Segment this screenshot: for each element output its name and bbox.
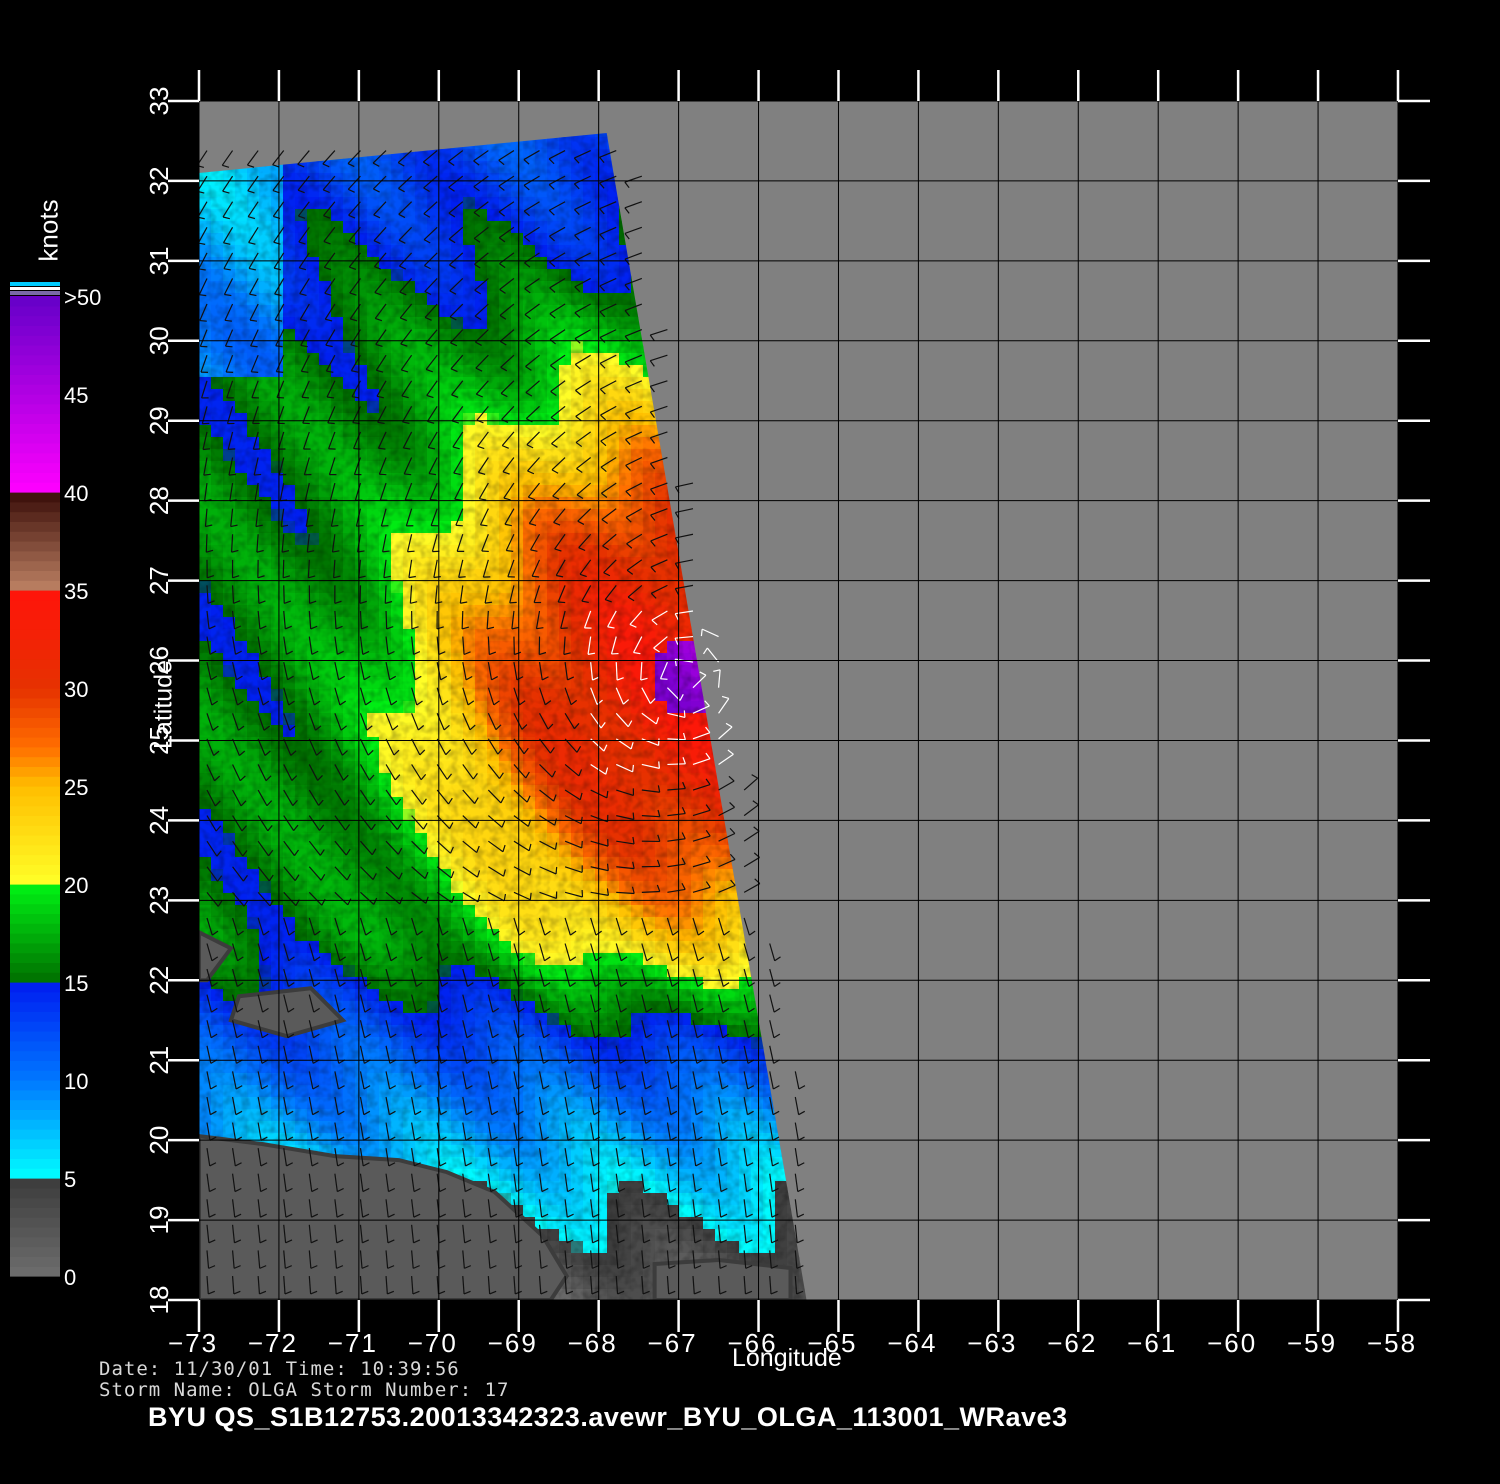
colorbar-tick-label: 30 <box>64 677 88 702</box>
y-tick-label: 19 <box>144 1206 174 1235</box>
colorbar-tick-label: 0 <box>64 1265 76 1290</box>
y-tick-label: 29 <box>144 406 174 435</box>
x-tick-label: −64 <box>887 1328 937 1358</box>
wind-map-figure: −73−72−71−70−69−68−67−66−65−64−63−62−61−… <box>0 0 1500 1480</box>
date-time-line: Date: 11/30/01 Time: 10:39:56 <box>99 1358 460 1380</box>
y-tick-label: 31 <box>144 246 174 275</box>
y-tick-label: 24 <box>144 806 174 835</box>
x-tick-label: −72 <box>248 1328 298 1358</box>
x-tick-label: −68 <box>568 1328 618 1358</box>
colorbar-tick-label: 45 <box>64 383 88 408</box>
x-tick-label: −61 <box>1127 1328 1177 1358</box>
y-tick-label: 21 <box>144 1046 174 1075</box>
colorbar-tick-label: 5 <box>64 1167 76 1192</box>
colorbar-tick-label: 35 <box>64 579 88 604</box>
x-tick-label: −70 <box>408 1328 458 1358</box>
figure-title: BYU QS_S1B12753.20013342323.avewr_BYU_OL… <box>148 1402 1068 1433</box>
y-axis-label: Latitude <box>150 645 179 765</box>
x-tick-label: −63 <box>967 1328 1017 1358</box>
colorbar-tick-label: 25 <box>64 775 88 800</box>
colorbar-tick-label: >50 <box>64 285 101 310</box>
x-tick-label: −73 <box>168 1328 218 1358</box>
wind-map: −73−72−71−70−69−68−67−66−65−64−63−62−61−… <box>0 0 1500 1480</box>
x-tick-label: −71 <box>328 1328 378 1358</box>
x-tick-label: −60 <box>1207 1328 1257 1358</box>
x-tick-label: −62 <box>1047 1328 1097 1358</box>
colorbar-tick-label: 15 <box>64 971 88 996</box>
y-tick-label: 23 <box>144 886 174 915</box>
x-axis-label: Longitude <box>732 1344 842 1373</box>
y-tick-label: 32 <box>144 166 174 195</box>
colorbar-tick-label: 20 <box>64 873 88 898</box>
y-tick-label: 30 <box>144 326 174 355</box>
colorbar: 0 5 10 15 20 25 30 35 40 45 >50 <box>10 282 101 1290</box>
x-tick-label: −67 <box>648 1328 698 1358</box>
x-tick-label: −59 <box>1287 1328 1337 1358</box>
y-tick-label: 18 <box>144 1286 174 1315</box>
x-tick-label: −69 <box>488 1328 538 1358</box>
y-tick-label: 20 <box>144 1126 174 1155</box>
y-tick-label: 28 <box>144 486 174 515</box>
colorbar-tick-label: 40 <box>64 481 88 506</box>
colorbar-unit-label: knots <box>34 176 65 286</box>
storm-info-line: Storm Name: OLGA Storm Number: 17 <box>99 1379 510 1401</box>
y-tick-label: 22 <box>144 966 174 995</box>
y-tick-label: 27 <box>144 566 174 595</box>
y-tick-label: 33 <box>144 87 174 116</box>
x-tick-label: −58 <box>1367 1328 1417 1358</box>
colorbar-tick-label: 10 <box>64 1069 88 1094</box>
